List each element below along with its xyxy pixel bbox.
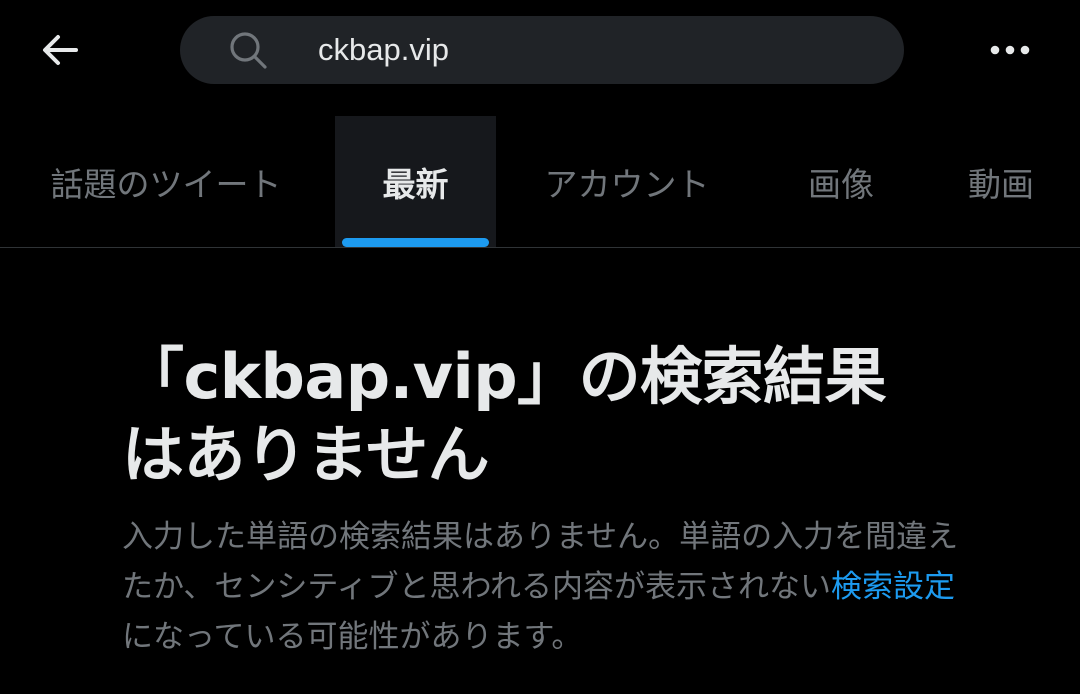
arrow-left-icon (43, 35, 78, 65)
search-input[interactable] (318, 26, 878, 74)
tab-accounts[interactable]: アカウント (520, 116, 734, 247)
tab-label: アカウント (544, 164, 710, 204)
empty-state-title: 「ckbap.vip」の検索結果 はありません (122, 338, 972, 494)
empty-state-title-line1: 「ckbap.vip」の検索結果 (122, 340, 887, 413)
top-bar (0, 0, 1080, 100)
tab-label: 動画 (968, 164, 1034, 204)
empty-state-description: 入力した単語の検索結果はありません。単語の入力を間違えたか、センシティブと思われ… (122, 512, 972, 662)
tab-label: 話題のツイート (50, 164, 282, 204)
search-settings-link[interactable]: 検索設定 (831, 569, 955, 605)
tab-videos[interactable]: 動画 (940, 116, 1062, 247)
search-box[interactable] (180, 16, 904, 84)
tab-label: 最新 (382, 164, 449, 204)
empty-state: 「ckbap.vip」の検索結果 はありません 入力した単語の検索結果はありませ… (122, 338, 972, 662)
tab-images[interactable]: 画像 (780, 116, 902, 247)
tab-label: 画像 (808, 164, 874, 204)
tab-top[interactable]: 話題のツイート (18, 116, 314, 247)
description-text-end: になっている可能性があります。 (122, 619, 583, 655)
tab-latest[interactable]: 最新 (335, 116, 496, 247)
tabs-divider (0, 247, 1080, 248)
empty-state-title-line2: はありません (122, 418, 490, 491)
search-tabs: 話題のツイート 最新 アカウント 画像 動画 (0, 116, 1080, 247)
active-tab-indicator (342, 238, 489, 247)
more-horizontal-icon (990, 45, 1030, 55)
search-icon (230, 32, 267, 69)
more-button[interactable] (980, 28, 1040, 72)
back-button[interactable] (30, 22, 90, 78)
